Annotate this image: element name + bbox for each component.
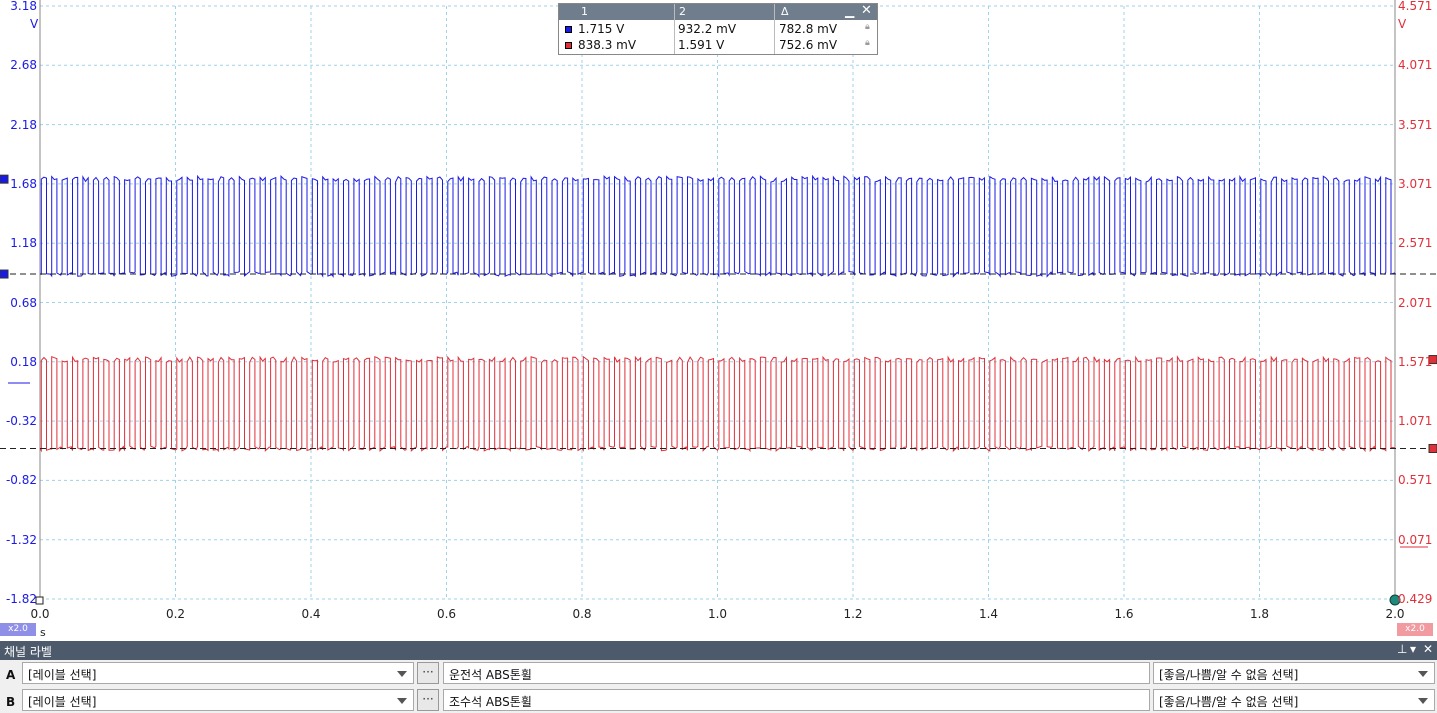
cursor-row-b: 838.3 mV 1.591 V 752.6 mV 🔒︎ (559, 37, 877, 53)
time-tick-label: 2.0 (1385, 607, 1405, 621)
close-icon[interactable]: ✕ (861, 3, 872, 18)
right-tick-label: 1.571 (1398, 354, 1433, 369)
cursor-1-header: 1 (581, 5, 588, 18)
right-tick-label: 0.571 (1398, 473, 1433, 488)
right-tick-label: 2.071 (1398, 295, 1433, 310)
time-tick-label: 1.8 (1249, 607, 1270, 621)
right-tick-label: 1.071 (1398, 414, 1433, 429)
right-tick-label: 3.071 (1398, 176, 1433, 191)
left-tick-label: -1.32 (5, 532, 37, 547)
left-tick-label: 0.18 (10, 354, 37, 369)
left-tick-label: 0.68 (10, 295, 37, 310)
right-zoom-badge[interactable]: x2.0 (1397, 623, 1433, 636)
chevron-down-icon (1418, 671, 1428, 677)
right-tick-label: 4.571 (1398, 0, 1433, 13)
right-tick-label: 4.071 (1398, 58, 1433, 73)
chevron-down-icon (1418, 698, 1428, 704)
left-tick-label: 3.18 (10, 0, 37, 13)
channel-labels-panel: 채널 라벨 ⊥ ▾ ✕ A [레이블 선택] ··· 운전석 ABS톤휠 [좋음… (0, 641, 1437, 713)
channel-a-quality-select[interactable]: [좋음/나쁨/알 수 없음 선택] (1153, 662, 1435, 684)
channel-labels-title: 채널 라벨 (4, 645, 52, 659)
right-tick-label: 3.571 (1398, 117, 1433, 132)
time-tick-label: 1.6 (1114, 607, 1134, 621)
channel-a-browse-button[interactable]: ··· (417, 662, 439, 684)
channel-b-swatch (565, 42, 572, 49)
cursor-a-value-1: 1.715 V (578, 22, 625, 36)
channel-b-low-marker (1428, 443, 1437, 453)
channel-a-label: A (6, 668, 16, 682)
channel-b-quality-select[interactable]: [좋음/나쁨/알 수 없음 선택] (1153, 689, 1435, 711)
channel-a-low-marker (0, 269, 9, 279)
dropdown-icon[interactable]: ▾ (1410, 642, 1416, 656)
right-tick-label: 2.571 (1398, 236, 1433, 251)
time-axis-unit: s (40, 626, 46, 639)
left-tick-label: 2.18 (10, 117, 37, 132)
channel-a-label-select[interactable]: [레이블 선택] (22, 662, 414, 684)
pin-icon[interactable]: ⊥ (1397, 642, 1407, 656)
time-tick-label: 1.0 (707, 607, 728, 621)
left-tick-label: 1.68 (10, 176, 37, 191)
left-tick-label: 1.18 (10, 236, 37, 251)
scope-view[interactable]: V V s 3.18 2.68 2.18 1.68 1.18 0.68 0.18 -0.32 -… (0, 0, 1437, 641)
cursor-b-value-1: 838.3 mV (578, 38, 637, 52)
channel-a-trace (39, 174, 1396, 278)
channel-a-name-field[interactable]: 운전석 ABS톤휠 (443, 662, 1150, 684)
cursor-a-delta: 782.8 mV (779, 22, 838, 36)
channel-b-browse-button[interactable]: ··· (417, 689, 439, 711)
close-panel-icon[interactable]: ✕ (1423, 642, 1433, 656)
channel-labels-titlebar: 채널 라벨 ⊥ ▾ ✕ (0, 641, 1437, 660)
time-tick-label: 0.4 (301, 607, 321, 621)
time-tick-label: 1.2 (843, 607, 863, 621)
right-axis-unit: V (1398, 17, 1407, 31)
left-axis-unit: V (30, 17, 39, 31)
time-tick-label: 0.0 (30, 607, 50, 621)
channel-a-swatch (565, 26, 572, 33)
cursor-b-delta: 752.6 mV (779, 38, 838, 52)
left-tick-label: -0.82 (5, 473, 37, 488)
left-tick-label: -0.32 (5, 414, 37, 429)
cursor-a-value-2: 932.2 mV (678, 22, 737, 36)
left-tick-label: -1.82 (5, 592, 37, 606)
delta-header: Δ (781, 5, 789, 18)
channel-b-label-select[interactable]: [레이블 선택] (22, 689, 414, 711)
lock-icon[interactable]: 🔒︎ (865, 38, 870, 48)
time-tick-label: 0.6 (436, 607, 457, 621)
channel-b-name-field[interactable]: 조수석 ABS톤휠 (443, 689, 1150, 711)
time-tick-label: 1.4 (978, 607, 999, 621)
right-tick-label: 0.429 (1398, 592, 1433, 606)
left-zoom-badge[interactable]: x2.0 (0, 623, 36, 636)
lock-icon[interactable]: 🔒︎ (865, 22, 870, 32)
cursor-b-value-2: 1.591 V (678, 38, 725, 52)
channel-b-label: B (6, 695, 16, 709)
cursor-row-a: 1.715 V 932.2 mV 782.8 mV 🔒︎ (559, 21, 877, 37)
cursor-measurement-table[interactable]: 1 2 Δ ▁ ✕ 1.715 V 932.2 mV 782.8 mV 🔒︎ 8… (558, 3, 878, 55)
trigger-box-icon (35, 596, 44, 605)
waveform-plot[interactable] (0, 0, 1437, 641)
traces (0, 174, 1437, 453)
time-tick-label: 0.8 (572, 607, 592, 621)
grid (39, 0, 1396, 600)
cursor-2-header: 2 (679, 5, 686, 18)
left-tick-label: 2.68 (10, 58, 37, 73)
channel-a-high-marker (0, 174, 9, 184)
chevron-down-icon (397, 671, 407, 677)
right-tick-label: 0.071 (1398, 532, 1433, 547)
time-tick-label: 0.2 (165, 607, 186, 621)
cursor-table-header[interactable]: 1 2 Δ ▁ ✕ (559, 3, 877, 20)
minimize-icon[interactable]: ▁ (845, 4, 854, 18)
chevron-down-icon (397, 698, 407, 704)
